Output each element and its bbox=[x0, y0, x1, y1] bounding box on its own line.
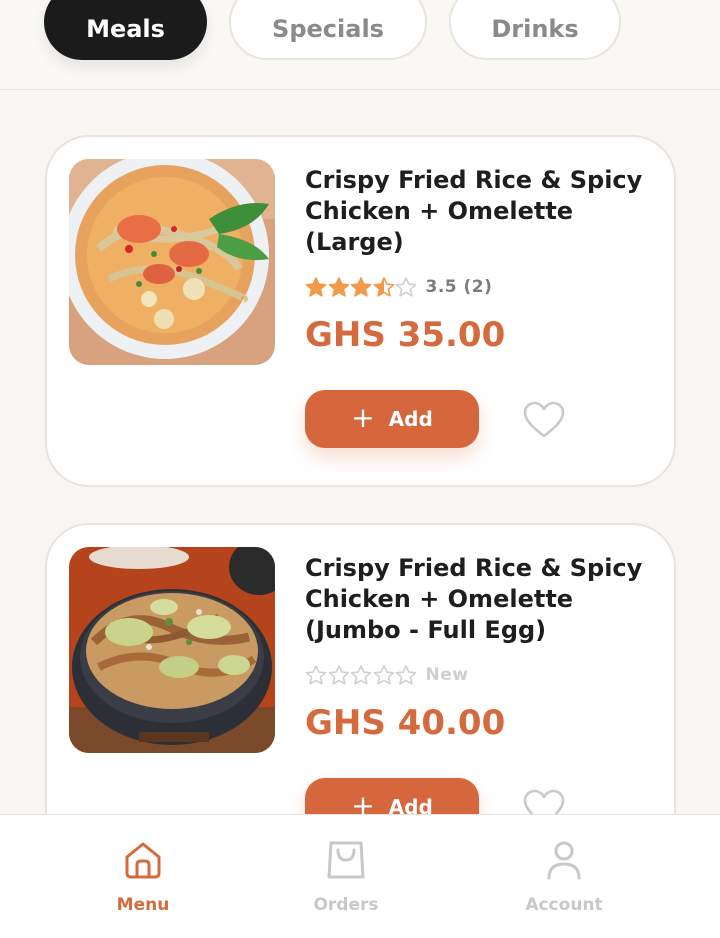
add-button-label: Add bbox=[388, 407, 433, 431]
item-price: GHS 35.00 bbox=[305, 315, 506, 355]
star-icon bbox=[350, 277, 372, 297]
nav-orders[interactable]: Orders bbox=[266, 815, 426, 938]
rating-row: 3.5 (2) bbox=[305, 275, 492, 299]
category-tabs: Meals Specials Drinks bbox=[0, 0, 720, 90]
star-icon bbox=[305, 665, 327, 685]
plus-icon: + bbox=[351, 789, 375, 814]
menu-item-card[interactable]: Crispy Fried Rice & Spicy Chicken + Omel… bbox=[45, 523, 676, 814]
star-icon bbox=[373, 277, 394, 297]
star-icon bbox=[395, 277, 417, 297]
tab-meals[interactable]: Meals bbox=[44, 0, 207, 60]
tab-specials[interactable]: Specials bbox=[229, 0, 427, 60]
star-icon bbox=[395, 665, 417, 685]
plus-icon: + bbox=[351, 401, 375, 434]
star-icon bbox=[373, 665, 394, 685]
bottom-navigation: Menu Orders Account bbox=[0, 814, 720, 938]
rating-value: New bbox=[425, 665, 469, 685]
star-rating bbox=[305, 276, 418, 298]
add-to-cart-button[interactable]: + Add bbox=[305, 778, 479, 814]
tab-drinks[interactable]: Drinks bbox=[449, 0, 621, 60]
nav-label: Account bbox=[525, 895, 603, 915]
nav-menu[interactable]: Menu bbox=[63, 815, 223, 938]
nav-label: Menu bbox=[116, 895, 170, 915]
menu-item-card[interactable]: Crispy Fried Rice & Spicy Chicken + Omel… bbox=[45, 135, 676, 487]
heart-icon[interactable] bbox=[523, 401, 565, 439]
star-icon bbox=[305, 277, 327, 297]
user-icon bbox=[547, 841, 581, 880]
heart-icon[interactable] bbox=[523, 789, 565, 814]
star-rating bbox=[305, 664, 418, 686]
star-icon bbox=[328, 665, 349, 685]
shopping-bag-icon bbox=[327, 841, 365, 879]
star-icon bbox=[350, 665, 372, 685]
item-title: Crispy Fried Rice & Spicy Chicken + Omel… bbox=[305, 166, 643, 256]
item-title: Crispy Fried Rice & Spicy Chicken + Omel… bbox=[305, 554, 643, 644]
menu-list[interactable]: Crispy Fried Rice & Spicy Chicken + Omel… bbox=[0, 91, 720, 814]
rating-value: 3.5 (2) bbox=[425, 277, 493, 297]
add-button-label: Add bbox=[388, 795, 433, 814]
nav-account[interactable]: Account bbox=[484, 815, 644, 938]
food-image-noodle-soup bbox=[69, 159, 275, 365]
item-price: GHS 40.00 bbox=[305, 703, 506, 743]
home-icon bbox=[125, 842, 161, 879]
rating-row: New bbox=[305, 663, 468, 687]
add-to-cart-button[interactable]: + Add bbox=[305, 390, 479, 448]
food-image-stir-fry bbox=[69, 547, 275, 753]
star-icon bbox=[328, 277, 349, 297]
nav-label: Orders bbox=[313, 895, 379, 915]
